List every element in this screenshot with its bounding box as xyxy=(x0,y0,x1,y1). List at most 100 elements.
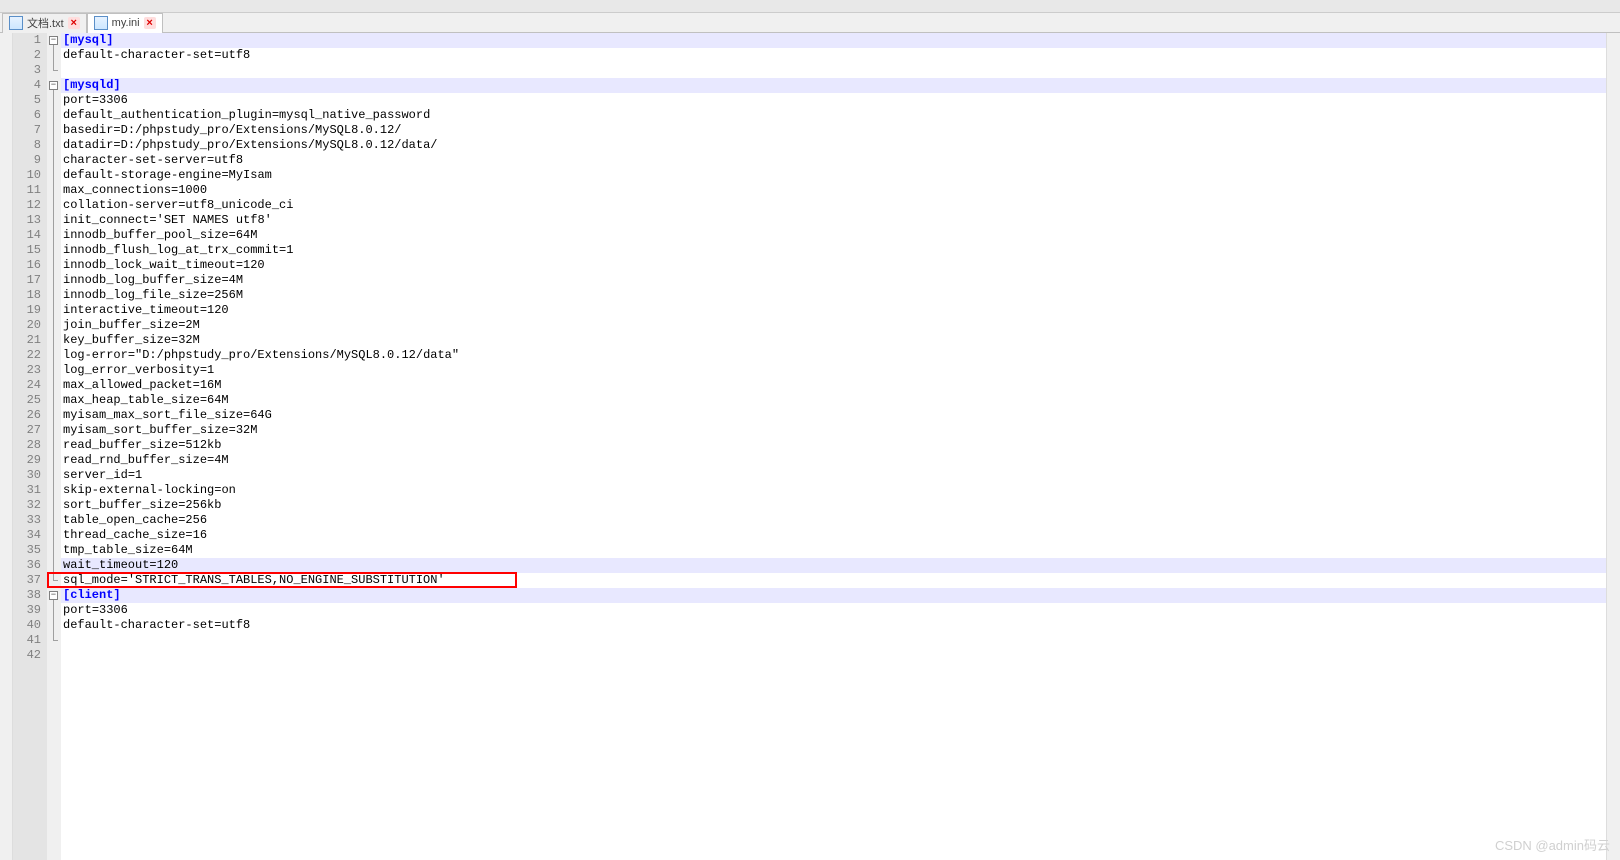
ini-value: 512kb xyxy=(185,438,221,452)
code-line[interactable]: datadir=D:/phpstudy_pro/Extensions/MySQL… xyxy=(61,138,1606,153)
line-number: 28 xyxy=(13,438,47,453)
code-line[interactable]: default-character-set=utf8 xyxy=(61,48,1606,63)
code-line[interactable]: max_heap_table_size=64M xyxy=(61,393,1606,408)
ini-value: 256M xyxy=(214,288,243,302)
code-line[interactable]: log_error_verbosity=1 xyxy=(61,363,1606,378)
code-line[interactable]: collation-server=utf8_unicode_ci xyxy=(61,198,1606,213)
equals-sign: = xyxy=(200,363,207,377)
code-line[interactable] xyxy=(61,633,1606,648)
code-line[interactable]: interactive_timeout=120 xyxy=(61,303,1606,318)
line-number: 3 xyxy=(13,63,47,78)
code-line[interactable]: myisam_sort_buffer_size=32M xyxy=(61,423,1606,438)
line-number: 5 xyxy=(13,93,47,108)
code-line[interactable]: sql_mode='STRICT_TRANS_TABLES,NO_ENGINE_… xyxy=(61,573,1606,588)
code-line[interactable]: innodb_flush_log_at_trx_commit=1 xyxy=(61,243,1606,258)
code-line[interactable]: log-error="D:/phpstudy_pro/Extensions/My… xyxy=(61,348,1606,363)
ini-value: 'STRICT_TRANS_TABLES,NO_ENGINE_SUBSTITUT… xyxy=(128,573,445,587)
code-line[interactable]: tmp_table_size=64M xyxy=(61,543,1606,558)
ini-key: max_heap_table_size xyxy=(63,393,200,407)
line-number: 33 xyxy=(13,513,47,528)
line-number: 24 xyxy=(13,378,47,393)
equals-sign: = xyxy=(193,378,200,392)
code-line[interactable]: myisam_max_sort_file_size=64G xyxy=(61,408,1606,423)
line-number-gutter: 1234567891011121314151617181920212223242… xyxy=(13,33,47,860)
code-line[interactable]: port=3306 xyxy=(61,603,1606,618)
close-icon[interactable]: × xyxy=(68,17,80,29)
code-line[interactable]: join_buffer_size=2M xyxy=(61,318,1606,333)
line-number: 36 xyxy=(13,558,47,573)
equals-sign: = xyxy=(272,108,279,122)
code-line[interactable]: skip-external-locking=on xyxy=(61,483,1606,498)
code-line[interactable]: innodb_lock_wait_timeout=120 xyxy=(61,258,1606,273)
code-line[interactable]: sort_buffer_size=256kb xyxy=(61,498,1606,513)
ini-key: basedir xyxy=(63,123,113,137)
code-line[interactable]: default_authentication_plugin=mysql_nati… xyxy=(61,108,1606,123)
fold-guide xyxy=(53,600,54,640)
ini-section: [mysqld] xyxy=(63,78,121,92)
editor: 1234567891011121314151617181920212223242… xyxy=(0,33,1620,860)
line-number: 1 xyxy=(13,33,47,48)
ini-key: read_rnd_buffer_size xyxy=(63,453,207,467)
line-number: 21 xyxy=(13,333,47,348)
code-line[interactable]: default-storage-engine=MyIsam xyxy=(61,168,1606,183)
code-line[interactable]: port=3306 xyxy=(61,93,1606,108)
code-line[interactable]: innodb_buffer_pool_size=64M xyxy=(61,228,1606,243)
line-number: 19 xyxy=(13,303,47,318)
line-number: 31 xyxy=(13,483,47,498)
code-line[interactable]: basedir=D:/phpstudy_pro/Extensions/MySQL… xyxy=(61,123,1606,138)
ini-key: innodb_lock_wait_timeout xyxy=(63,258,236,272)
tab-label: my.ini xyxy=(112,17,140,29)
close-icon[interactable]: × xyxy=(144,17,156,29)
code-line[interactable]: max_allowed_packet=16M xyxy=(61,378,1606,393)
equals-sign: = xyxy=(221,273,228,287)
code-line[interactable]: key_buffer_size=32M xyxy=(61,333,1606,348)
line-number: 40 xyxy=(13,618,47,633)
code-line[interactable]: thread_cache_size=16 xyxy=(61,528,1606,543)
tab-document-txt[interactable]: 文档.txt × xyxy=(2,13,87,33)
ini-key: table_open_cache xyxy=(63,513,178,527)
code-line[interactable]: table_open_cache=256 xyxy=(61,513,1606,528)
ini-key: log_error_verbosity xyxy=(63,363,200,377)
code-line[interactable]: read_buffer_size=512kb xyxy=(61,438,1606,453)
code-line[interactable]: default-character-set=utf8 xyxy=(61,618,1606,633)
line-number: 10 xyxy=(13,168,47,183)
equals-sign: = xyxy=(128,468,135,482)
code-line[interactable]: [mysqld] xyxy=(61,78,1606,93)
fold-toggle-icon[interactable]: − xyxy=(49,591,58,600)
code-line[interactable]: innodb_log_buffer_size=4M xyxy=(61,273,1606,288)
code-line[interactable]: character-set-server=utf8 xyxy=(61,153,1606,168)
code-line[interactable]: init_connect='SET NAMES utf8' xyxy=(61,213,1606,228)
ini-section: [client] xyxy=(63,588,121,602)
line-number: 17 xyxy=(13,273,47,288)
ini-value: utf8 xyxy=(221,618,250,632)
code-line[interactable]: innodb_log_file_size=256M xyxy=(61,288,1606,303)
ini-key: key_buffer_size xyxy=(63,333,171,347)
code-line[interactable]: read_rnd_buffer_size=4M xyxy=(61,453,1606,468)
code-area[interactable]: [mysql]default-character-set=utf8[mysqld… xyxy=(61,33,1606,860)
line-number: 22 xyxy=(13,348,47,363)
line-number: 20 xyxy=(13,318,47,333)
code-line[interactable] xyxy=(61,63,1606,78)
fold-guide xyxy=(53,45,54,70)
ini-key: max_allowed_packet xyxy=(63,378,193,392)
ini-value: 256kb xyxy=(185,498,221,512)
ini-value: D:/phpstudy_pro/Extensions/MySQL8.0.12/d… xyxy=(121,138,438,152)
equals-sign: = xyxy=(229,423,236,437)
ini-key: datadir xyxy=(63,138,113,152)
fold-toggle-icon[interactable]: − xyxy=(49,36,58,45)
ini-key: init_connect xyxy=(63,213,149,227)
equals-sign: = xyxy=(149,558,156,572)
vertical-scrollbar[interactable] xyxy=(1606,33,1620,860)
code-line[interactable]: max_connections=1000 xyxy=(61,183,1606,198)
code-line[interactable]: server_id=1 xyxy=(61,468,1606,483)
tab-my-ini[interactable]: my.ini × xyxy=(87,13,163,33)
code-line[interactable]: [client] xyxy=(61,588,1606,603)
code-line[interactable]: wait_timeout=120 xyxy=(61,558,1606,573)
ini-key: wait_timeout xyxy=(63,558,149,572)
ini-value: 1 xyxy=(135,468,142,482)
ini-key: join_buffer_size xyxy=(63,318,178,332)
code-line[interactable] xyxy=(61,648,1606,663)
line-number: 18 xyxy=(13,288,47,303)
code-line[interactable]: [mysql] xyxy=(61,33,1606,48)
fold-toggle-icon[interactable]: − xyxy=(49,81,58,90)
